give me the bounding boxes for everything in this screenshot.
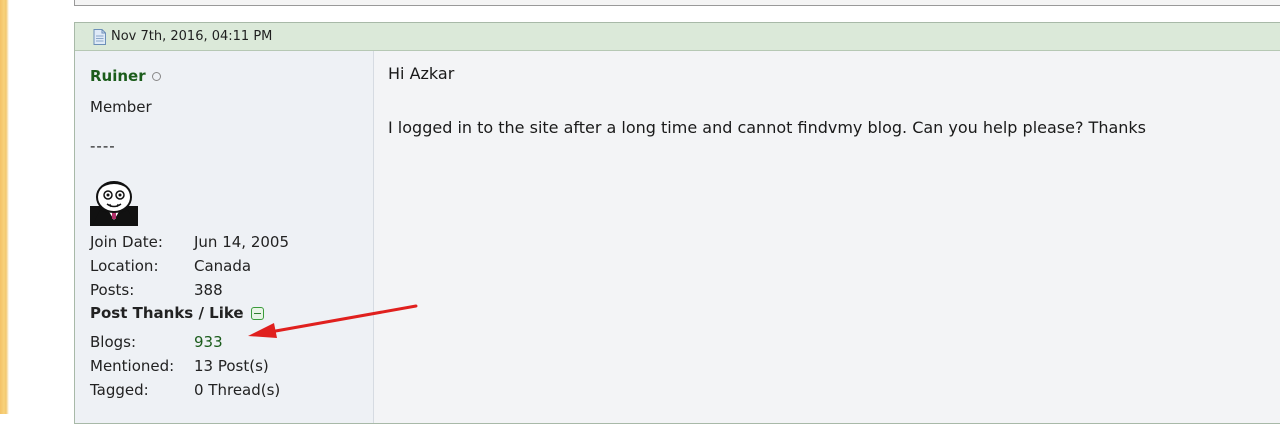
join-date-value: Jun 14, 2005	[194, 233, 290, 251]
username-link[interactable]: Ruiner	[90, 67, 146, 85]
message-greeting: Hi Azkar	[388, 64, 455, 83]
document-icon	[93, 28, 106, 45]
annotation-arrow	[248, 304, 418, 338]
tagged-value[interactable]: 0 Thread(s)	[194, 381, 280, 399]
mentioned-label: Mentioned:	[90, 357, 175, 375]
username-row: Ruiner	[90, 67, 161, 85]
avatar[interactable]	[90, 180, 138, 226]
previous-post-frame	[74, 0, 1280, 6]
blogs-label: Blogs:	[90, 333, 137, 351]
join-date-label: Join Date:	[90, 233, 163, 251]
location-label: Location:	[90, 257, 159, 275]
posts-label: Posts:	[90, 281, 135, 299]
mentioned-value[interactable]: 13 Post(s)	[194, 357, 269, 375]
post-date: Nov 7th, 2016, 04:11 PM	[111, 29, 273, 44]
tagged-label: Tagged:	[90, 381, 149, 399]
post-header: Nov 7th, 2016, 04:11 PM	[75, 23, 1280, 51]
window-edge	[0, 0, 9, 414]
message-text: I logged in to the site after a long tim…	[388, 118, 1147, 137]
posts-value: 388	[194, 281, 223, 299]
user-separator: ----	[90, 137, 116, 155]
post-thanks-header: Post Thanks / Like	[90, 304, 264, 322]
user-title: Member	[90, 98, 152, 116]
message-panel	[374, 51, 1280, 423]
location-value: Canada	[194, 257, 252, 275]
post-thanks-label: Post Thanks / Like	[90, 304, 244, 322]
blogs-link[interactable]: 933	[194, 333, 223, 351]
status-dot-icon	[151, 71, 161, 81]
